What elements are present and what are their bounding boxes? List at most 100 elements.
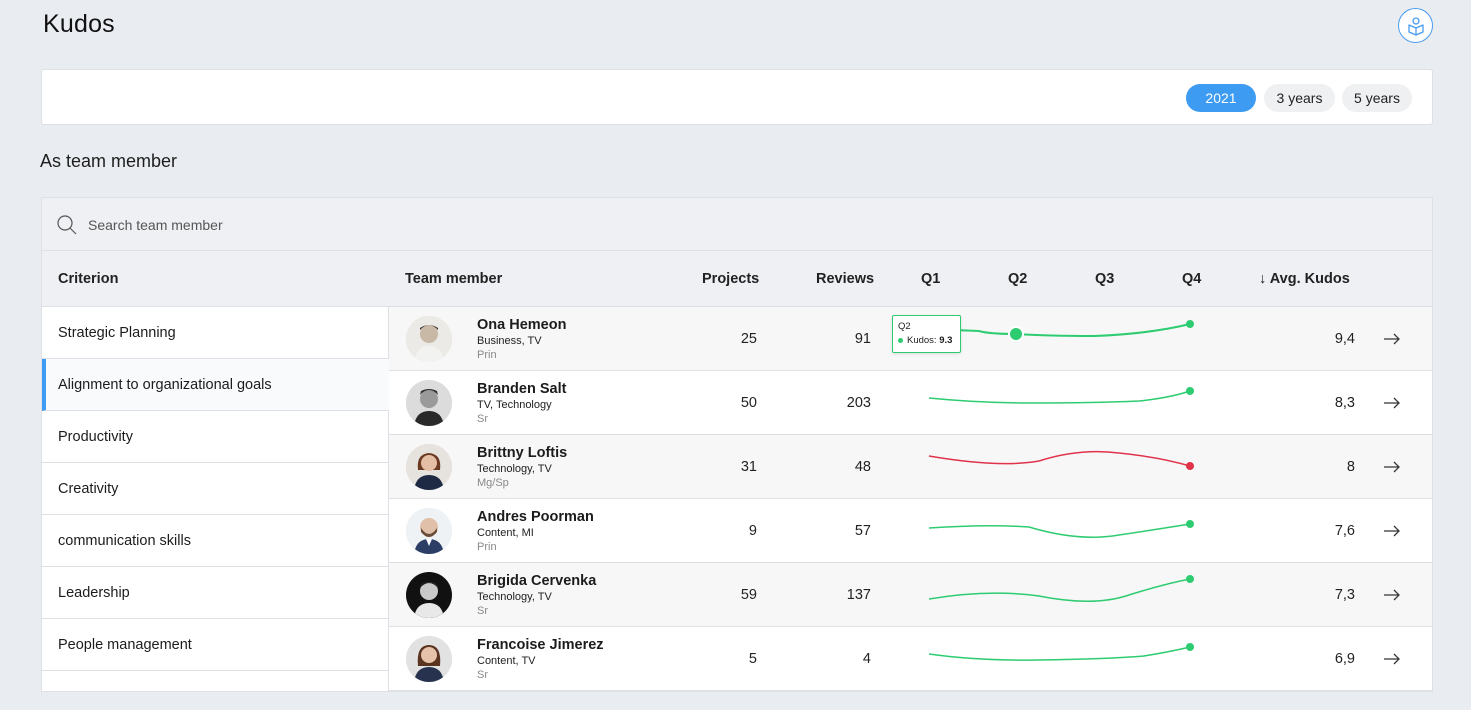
- arrow-right-icon[interactable]: [1383, 522, 1401, 540]
- criterion-people-management[interactable]: People management: [42, 619, 389, 671]
- member-reviews: 57: [854, 523, 871, 539]
- trend-hover-point: [1008, 326, 1024, 342]
- member-projects: 31: [740, 459, 757, 475]
- period-3-years-button[interactable]: 3 years: [1264, 84, 1335, 112]
- kudos-trend-sparkline[interactable]: [919, 435, 1219, 499]
- table-row[interactable]: Andres Poorman Content, MI Prin 9 57 7,6: [389, 499, 1432, 563]
- member-name: Francoise Jimerez: [477, 637, 604, 653]
- members-list: Ona Hemeon Business, TV Prin 25 91 9,4 B…: [389, 307, 1432, 691]
- member-level: Sr: [477, 669, 488, 681]
- series-dot-icon: [898, 338, 903, 343]
- avatar: [406, 636, 452, 682]
- member-name: Andres Poorman: [477, 509, 594, 525]
- member-reviews: 203: [846, 395, 871, 411]
- member-projects: 25: [740, 331, 757, 347]
- avatar: [406, 508, 452, 554]
- section-title: As team member: [40, 151, 178, 171]
- column-criterion: Criterion: [58, 271, 119, 287]
- profile-button[interactable]: [1398, 8, 1433, 43]
- arrow-right-icon[interactable]: [1383, 458, 1401, 476]
- column-q1: Q1: [921, 271, 941, 287]
- kudos-trend-sparkline[interactable]: [919, 499, 1219, 563]
- column-q3: Q3: [1095, 271, 1115, 287]
- member-reviews: 48: [854, 459, 871, 475]
- trend-end-point: [1186, 320, 1194, 328]
- column-team-member[interactable]: Team member: [405, 271, 502, 287]
- member-reviews: 4: [862, 651, 871, 667]
- page-title: Kudos: [43, 10, 115, 38]
- criterion-alignment[interactable]: Alignment to organizational goals: [42, 359, 389, 411]
- tooltip-label: Kudos:: [907, 335, 937, 346]
- member-avg-kudos: 8: [1346, 459, 1355, 475]
- search-input[interactable]: [88, 212, 688, 238]
- avatar: [406, 380, 452, 426]
- criterion-creativity[interactable]: Creativity: [42, 463, 389, 515]
- avatar: [406, 316, 452, 362]
- tooltip-value: 9.3: [939, 335, 953, 346]
- member-name: Brigida Cervenka: [477, 573, 597, 589]
- period-selector: 2021 3 years 5 years: [41, 69, 1433, 125]
- member-level: Prin: [477, 349, 497, 361]
- member-level: Sr: [477, 413, 488, 425]
- user-box-icon: [1407, 16, 1424, 36]
- member-projects: 50: [740, 395, 757, 411]
- trend-end-point: [1186, 575, 1194, 583]
- table-header: Criterion Team member Projects Reviews Q…: [42, 251, 1432, 307]
- avatar: [406, 572, 452, 618]
- avatar: [406, 444, 452, 490]
- search-bar: [42, 198, 1432, 251]
- table-row[interactable]: Brittny Loftis Technology, TV Mg/Sp 31 4…: [389, 435, 1432, 499]
- member-name: Brittny Loftis: [477, 445, 568, 461]
- kudos-trend-sparkline[interactable]: [919, 563, 1219, 627]
- member-avg-kudos: 8,3: [1334, 395, 1355, 411]
- kudos-trend-sparkline[interactable]: [919, 371, 1219, 435]
- member-department: Business, TV: [477, 335, 542, 347]
- member-projects: 9: [748, 523, 757, 539]
- member-reviews: 91: [854, 331, 871, 347]
- column-projects[interactable]: Projects: [702, 271, 759, 287]
- table-row[interactable]: Brigida Cervenka Technology, TV Sr 59 13…: [389, 563, 1432, 627]
- member-department: Content, MI: [477, 527, 534, 539]
- arrow-right-icon[interactable]: [1383, 586, 1401, 604]
- member-projects: 59: [740, 587, 757, 603]
- member-level: Sr: [477, 605, 488, 617]
- member-reviews: 137: [846, 587, 871, 603]
- column-reviews[interactable]: Reviews: [816, 271, 874, 287]
- arrow-right-icon[interactable]: [1383, 394, 1401, 412]
- member-avg-kudos: 6,9: [1334, 651, 1355, 667]
- criterion-communication-skills[interactable]: communication skills: [42, 515, 389, 567]
- kudos-table-panel: Criterion Team member Projects Reviews Q…: [41, 197, 1433, 692]
- search-icon: [57, 215, 77, 235]
- trend-end-point: [1186, 643, 1194, 651]
- trend-tooltip: Q2 Kudos: 9.3: [892, 315, 961, 353]
- tooltip-row: Kudos: 9.3: [898, 335, 955, 346]
- member-level: Mg/Sp: [477, 477, 509, 489]
- member-name: Branden Salt: [477, 381, 567, 397]
- criterion-strategic-planning[interactable]: Strategic Planning: [42, 307, 389, 359]
- table-row[interactable]: Francoise Jimerez Content, TV Sr 5 4 6,9: [389, 627, 1432, 691]
- table-row[interactable]: Branden Salt TV, Technology Sr 50 203 8,…: [389, 371, 1432, 435]
- member-department: Technology, TV: [477, 463, 552, 475]
- member-projects: 5: [748, 651, 757, 667]
- column-q4: Q4: [1182, 271, 1202, 287]
- arrow-right-icon[interactable]: [1383, 330, 1401, 348]
- criterion-productivity[interactable]: Productivity: [42, 411, 389, 463]
- period-5-years-button[interactable]: 5 years: [1342, 84, 1412, 112]
- kudos-trend-sparkline[interactable]: [919, 307, 1219, 371]
- trend-end-point: [1186, 462, 1194, 470]
- criteria-list: Strategic Planning Alignment to organiza…: [42, 307, 389, 691]
- criterion-leadership[interactable]: Leadership: [42, 567, 389, 619]
- period-2021-button[interactable]: 2021: [1186, 84, 1256, 112]
- kudos-trend-sparkline[interactable]: [919, 627, 1219, 691]
- arrow-right-icon[interactable]: [1383, 650, 1401, 668]
- member-avg-kudos: 7,6: [1334, 523, 1355, 539]
- trend-end-point: [1186, 387, 1194, 395]
- member-department: Technology, TV: [477, 591, 552, 603]
- member-avg-kudos: 9,4: [1334, 331, 1355, 347]
- member-department: Content, TV: [477, 655, 536, 667]
- member-department: TV, Technology: [477, 399, 552, 411]
- member-level: Prin: [477, 541, 497, 553]
- column-avg-kudos[interactable]: ↓ Avg. Kudos: [1259, 271, 1350, 287]
- column-q2: Q2: [1008, 271, 1028, 287]
- trend-end-point: [1186, 520, 1194, 528]
